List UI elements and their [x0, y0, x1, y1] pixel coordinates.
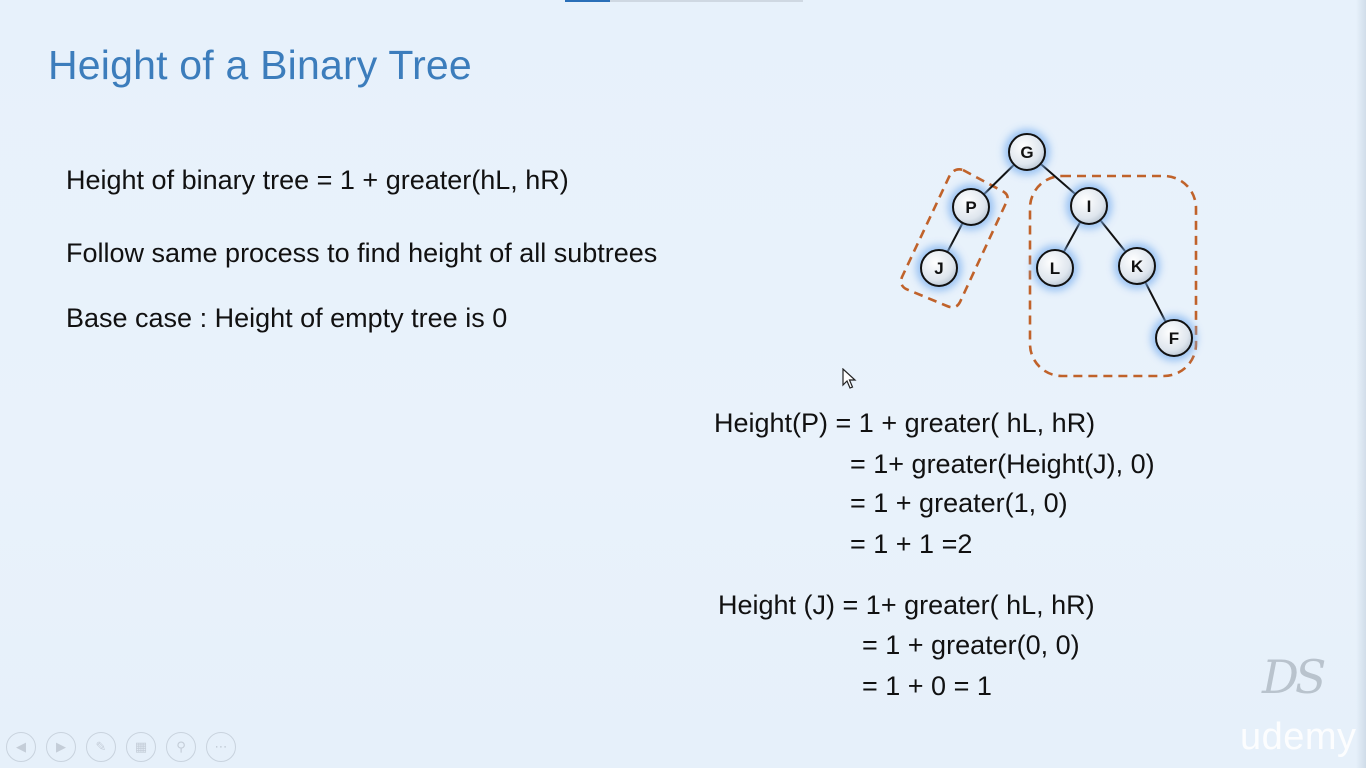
tree-node-p: P — [948, 184, 994, 230]
tree-node-j: J — [916, 245, 962, 291]
base-case-text: Base case : Height of empty tree is 0 — [66, 303, 508, 333]
slide-progress-fill — [565, 0, 611, 2]
node-label-k: K — [1131, 257, 1144, 276]
node-label-i: I — [1087, 197, 1092, 216]
window-edge — [1356, 0, 1366, 768]
pen-icon[interactable]: ✎ — [86, 732, 116, 762]
slide-title: Height of a Binary Tree — [48, 42, 472, 88]
height-j-line-2: = 1 + greater(0, 0) — [862, 630, 1080, 660]
height-j-line-1: Height (J) = 1+ greater( hL, hR) — [718, 590, 1095, 620]
height-j-line-3: = 1 + 0 = 1 — [862, 671, 992, 701]
tree-node-l: L — [1032, 245, 1078, 291]
udemy-watermark: udemy — [1240, 716, 1357, 758]
node-label-p: P — [965, 198, 976, 217]
tree-node-k: K — [1114, 243, 1160, 289]
height-p-line-4: = 1 + 1 =2 — [850, 529, 973, 559]
ds-logo: DS — [1262, 650, 1326, 704]
zoom-icon[interactable]: ⚲ — [166, 732, 196, 762]
slides-icon[interactable]: ▦ — [126, 732, 156, 762]
tree-node-g: G — [1004, 129, 1050, 175]
mouse-cursor-icon — [842, 368, 857, 389]
definition-text: Height of binary tree = 1 + greater(hL, … — [66, 165, 569, 195]
previous-icon[interactable]: ◀ — [6, 732, 36, 762]
node-label-g: G — [1020, 143, 1033, 162]
next-icon[interactable]: ▶ — [46, 732, 76, 762]
node-label-j: J — [934, 259, 943, 278]
presentation-controls: ◀ ▶ ✎ ▦ ⚲ ⋯ — [6, 732, 236, 762]
more-icon[interactable]: ⋯ — [206, 732, 236, 762]
height-p-line-2: = 1+ greater(Height(J), 0) — [850, 449, 1155, 479]
height-p-line-1: Height(P) = 1 + greater( hL, hR) — [714, 408, 1096, 438]
tree-node-f: F — [1151, 315, 1197, 361]
node-label-l: L — [1050, 259, 1060, 278]
process-text: Follow same process to find height of al… — [66, 238, 658, 268]
node-label-f: F — [1169, 329, 1179, 348]
binary-tree-diagram: G P I J L K F — [899, 129, 1198, 378]
slide-progress-bar — [565, 0, 803, 2]
height-p-line-3: = 1 + greater(1, 0) — [850, 488, 1068, 518]
tree-node-i: I — [1066, 183, 1112, 229]
